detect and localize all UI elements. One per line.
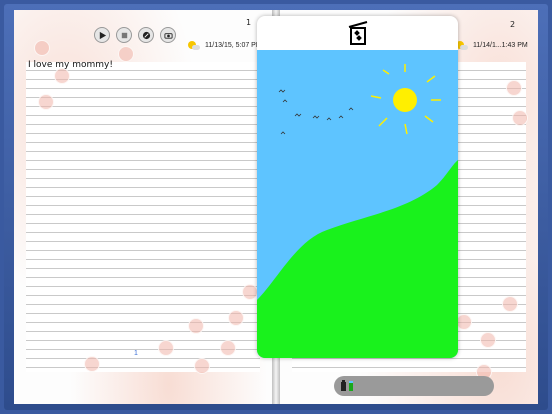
footer-number: 1 bbox=[134, 350, 138, 357]
pen-icon bbox=[142, 31, 150, 39]
flower-decoration bbox=[34, 40, 50, 56]
flower-decoration bbox=[158, 340, 174, 356]
flower-decoration bbox=[512, 110, 528, 126]
entry-timestamp-stamp: 11/13/15, 5:07 PM bbox=[188, 41, 262, 50]
flower-decoration bbox=[194, 358, 210, 374]
ruled-lines bbox=[26, 62, 260, 372]
pen-button[interactable] bbox=[138, 27, 154, 43]
media-toolbar bbox=[94, 27, 176, 43]
entry-timestamp: 11/13/15, 5:07 PM bbox=[205, 42, 262, 49]
pencil-icon[interactable] bbox=[340, 380, 356, 392]
sun-cloud-icon bbox=[188, 41, 200, 50]
drawing-panel[interactable] bbox=[257, 16, 458, 358]
tool-bar[interactable] bbox=[334, 376, 494, 396]
page-number: 1 bbox=[246, 18, 252, 27]
stop-button[interactable] bbox=[116, 27, 132, 43]
play-icon bbox=[99, 31, 106, 39]
entry-timestamp-stamp: 11/14/1...1:43 PM bbox=[456, 41, 528, 50]
play-button[interactable] bbox=[94, 27, 110, 43]
flower-decoration bbox=[228, 310, 244, 326]
page-number: 2 bbox=[510, 20, 516, 29]
flower-decoration bbox=[480, 332, 496, 348]
flower-decoration bbox=[84, 356, 100, 372]
flower-decoration bbox=[188, 318, 204, 334]
diary-entry-text[interactable]: I love my mommy! bbox=[28, 60, 113, 70]
drawing-canvas[interactable] bbox=[257, 50, 458, 358]
diary-book: 1 11/13/15, 5:07 PM I love my mommy! 1 2… bbox=[0, 0, 552, 414]
flower-decoration bbox=[38, 94, 54, 110]
draw-tool-icon[interactable] bbox=[347, 20, 369, 46]
flower-decoration bbox=[54, 68, 70, 84]
flower-decoration bbox=[502, 296, 518, 312]
drawing-panel-header bbox=[257, 16, 458, 50]
flower-decoration bbox=[456, 314, 472, 330]
flower-decoration bbox=[220, 340, 236, 356]
flower-decoration bbox=[118, 46, 134, 62]
stop-icon bbox=[121, 32, 127, 38]
entry-timestamp: 11/14/1...1:43 PM bbox=[473, 42, 528, 49]
camera-icon bbox=[163, 32, 173, 39]
flower-decoration bbox=[506, 80, 522, 96]
camera-button[interactable] bbox=[160, 27, 176, 43]
left-page[interactable]: 1 11/13/15, 5:07 PM I love my mommy! 1 bbox=[14, 10, 272, 404]
flower-decoration bbox=[242, 284, 258, 300]
